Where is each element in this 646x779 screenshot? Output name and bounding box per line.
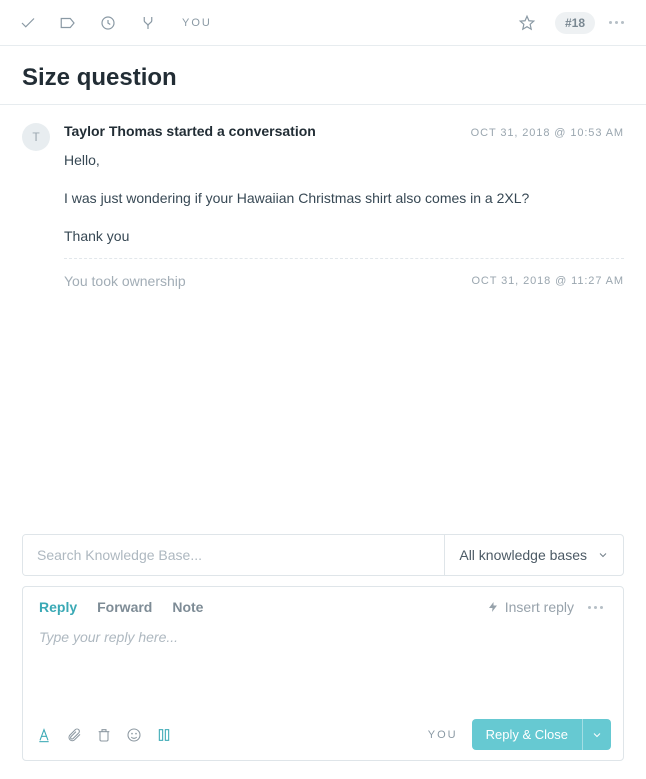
message-author-line: Taylor Thomas started a conversation xyxy=(64,123,316,139)
chevron-down-icon xyxy=(597,549,609,561)
attach-icon[interactable] xyxy=(65,726,83,744)
customer-message: T Taylor Thomas started a conversation O… xyxy=(22,105,624,258)
more-options-icon[interactable] xyxy=(605,19,628,26)
kb-search-input[interactable] xyxy=(23,535,444,575)
kb-scope-label: All knowledge bases xyxy=(459,547,587,563)
reply-box: Reply Forward Note Insert reply xyxy=(22,586,624,761)
saved-reply-icon[interactable] xyxy=(155,726,173,744)
kb-scope-select[interactable]: All knowledge bases xyxy=(444,535,623,575)
ticket-id-badge[interactable]: #18 xyxy=(555,12,595,34)
message-paragraph: I was just wondering if your Hawaiian Ch… xyxy=(64,187,624,211)
message-paragraph: Hello, xyxy=(64,149,624,173)
insert-reply-label: Insert reply xyxy=(505,599,574,615)
send-button-group: Reply & Close xyxy=(472,719,611,750)
assigned-user-label[interactable]: YOU xyxy=(182,17,212,29)
check-icon[interactable] xyxy=(10,5,46,41)
reply-close-button[interactable]: Reply & Close xyxy=(472,719,582,750)
conversation-thread: T Taylor Thomas started a conversation O… xyxy=(0,104,646,289)
system-event-row: You took ownership OCT 31, 2018 @ 11:27 … xyxy=(64,258,624,289)
system-event-text: You took ownership xyxy=(64,273,186,289)
star-icon[interactable] xyxy=(509,5,545,41)
message-body: Hello, I was just wondering if your Hawa… xyxy=(64,149,624,248)
conversation-toolbar: YOU #18 xyxy=(0,0,646,46)
tab-reply[interactable]: Reply xyxy=(39,599,77,615)
chevron-down-icon xyxy=(591,729,603,741)
avatar[interactable]: T xyxy=(22,123,50,151)
tab-forward[interactable]: Forward xyxy=(97,599,152,615)
send-options-caret[interactable] xyxy=(582,719,611,750)
message-paragraph: Thank you xyxy=(64,225,624,249)
tag-icon[interactable] xyxy=(50,5,86,41)
reply-input[interactable] xyxy=(23,619,623,711)
insert-reply-button[interactable]: Insert reply xyxy=(487,599,574,615)
clock-icon[interactable] xyxy=(90,5,126,41)
emoji-icon[interactable] xyxy=(125,726,143,744)
system-event-timestamp: OCT 31, 2018 @ 11:27 AM xyxy=(471,275,624,287)
bolt-icon xyxy=(487,600,499,614)
reply-more-options-icon[interactable] xyxy=(584,604,607,611)
reply-from-label[interactable]: YOU xyxy=(428,729,458,741)
message-timestamp: OCT 31, 2018 @ 10:53 AM xyxy=(471,127,624,139)
conversation-title: Size question xyxy=(22,64,624,92)
merge-icon[interactable] xyxy=(130,5,166,41)
format-text-icon[interactable] xyxy=(35,726,53,744)
trash-icon[interactable] xyxy=(95,726,113,744)
knowledge-base-search: All knowledge bases xyxy=(22,534,624,576)
tab-note[interactable]: Note xyxy=(172,599,203,615)
